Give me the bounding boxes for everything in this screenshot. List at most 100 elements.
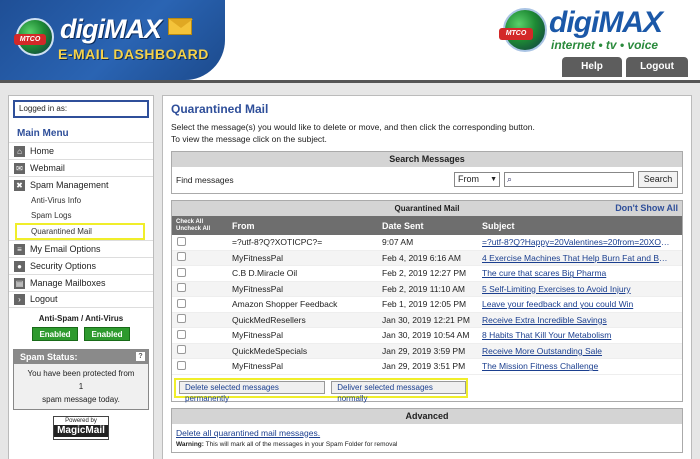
sidebar-item-label: Logout: [30, 294, 58, 304]
spam-status-line1: You have been protected from: [27, 369, 135, 378]
row-checkbox[interactable]: [177, 329, 186, 339]
column-header-subject[interactable]: Subject: [482, 221, 682, 231]
warning-label: Warning:: [176, 440, 204, 448]
antispam-status-row: Enabled Enabled: [9, 327, 153, 341]
logged-in-box: Logged in as:: [13, 100, 149, 118]
column-header-date[interactable]: Date Sent: [382, 221, 482, 231]
uncheck-all-link[interactable]: Uncheck All: [176, 226, 232, 233]
logout-icon: ›: [14, 294, 25, 305]
powered-by-label: Powered by: [65, 418, 97, 424]
sidebar-item-label: My Email Options: [30, 243, 101, 254]
row-subject-link[interactable]: The cure that scares Big Pharma: [482, 268, 672, 278]
dashboard-logo-banner: MTCO digiMAX E-MAIL DASHBOARD: [0, 0, 225, 80]
antivirus-enabled-button[interactable]: Enabled: [84, 327, 130, 341]
spam-status-count: 1: [78, 382, 84, 391]
search-button[interactable]: Search: [638, 171, 678, 188]
row-subject-link[interactable]: 5 Self-Limiting Exercises to Avoid Injur…: [482, 284, 672, 294]
logo-title-digi: digi: [60, 14, 105, 44]
row-from: MyFitnessPal: [232, 283, 284, 294]
quarantine-panel: Quarantined Mail Don't Show All Check Al…: [171, 200, 683, 403]
row-from: MyFitnessPal: [232, 252, 284, 263]
powered-by-logo: Powered by MagicMail: [53, 416, 109, 440]
instruction-line-1: Select the message(s) you would like to …: [171, 122, 535, 132]
help-icon[interactable]: ?: [136, 352, 145, 361]
row-date: Feb 2, 2019 12:27 PM: [382, 268, 467, 279]
globe-logo-icon: MTCO: [14, 18, 54, 56]
row-from: C.B D.Miracle Oil: [232, 268, 298, 279]
search-input[interactable]: ⌕: [504, 172, 634, 187]
sidebar-item-my-email-options[interactable]: ≡ My Email Options: [9, 240, 153, 257]
warning-message: This will mark all of the messages in yo…: [203, 440, 398, 448]
row-checkbox[interactable]: [177, 283, 186, 293]
search-panel-header: Search Messages: [172, 152, 682, 167]
envelope-icon: [168, 18, 193, 35]
row-subject-link[interactable]: 4 Exercise Machines That Help Burn Fat a…: [482, 253, 672, 263]
sidebar-item-logout[interactable]: › Logout: [9, 291, 153, 308]
row-date: Jan 30, 2019 10:54 AM: [382, 330, 470, 341]
deliver-selected-button[interactable]: Deliver selected messages normally: [331, 381, 466, 403]
spam-status-panel: Spam Status: ? You have been protected f…: [13, 349, 149, 410]
row-date: Jan 29, 2019 3:59 PM: [382, 345, 466, 356]
advanced-panel-header: Advanced: [172, 408, 682, 424]
brand-logo: MTCO digiMAX internet • tv • voice: [499, 6, 688, 54]
quarantine-panel-header: Quarantined Mail Don't Show All: [172, 201, 682, 216]
main-content: Quarantined Mail Select the message(s) y…: [162, 95, 692, 459]
row-from: QuickMedeSpecials: [232, 345, 308, 356]
delete-selected-button[interactable]: Delete selected messages permanently: [179, 381, 326, 403]
warning-text: Warning: This will mark all of the messa…: [176, 441, 678, 448]
row-checkbox[interactable]: [177, 252, 186, 262]
row-date: Jan 29, 2019 3:51 PM: [382, 361, 466, 372]
brand-name: digiMAX: [549, 6, 663, 39]
logout-tab[interactable]: Logout: [626, 57, 688, 77]
row-subject-link[interactable]: Receive More Outstanding Sale: [482, 346, 672, 356]
search-field-value: From: [458, 174, 479, 184]
help-tab[interactable]: Help: [562, 57, 622, 77]
brand-mtco-badge: MTCO: [499, 28, 533, 40]
row-from: QuickMedResellers: [232, 314, 306, 325]
sidebar-item-security-options[interactable]: ● Security Options: [9, 257, 153, 274]
spam-status-body: You have been protected from 1 spam mess…: [14, 364, 148, 409]
sidebar-item-label: Manage Mailboxes: [30, 277, 106, 288]
row-subject-link[interactable]: Receive Extra Incredible Savings: [482, 315, 672, 325]
column-header-from[interactable]: From: [232, 221, 382, 231]
row-checkbox[interactable]: [177, 267, 186, 277]
sidebar-item-webmail[interactable]: ✉ Webmail: [9, 159, 153, 176]
sidebar-item-label: Security Options: [30, 260, 97, 271]
row-checkbox[interactable]: [177, 298, 186, 308]
search-field-select[interactable]: From ▼: [454, 172, 500, 187]
table-header: Check All Uncheck All From Date Sent Sub…: [172, 216, 682, 235]
row-checkbox[interactable]: [177, 360, 186, 370]
sidebar-subitem-quarantined-mail[interactable]: Quarantined Mail: [15, 223, 145, 240]
home-icon: ⌂: [14, 145, 25, 157]
brand-globe-icon: MTCO: [499, 8, 547, 52]
spam-status-line2: spam message today.: [42, 395, 120, 404]
sidebar-subitem-spam-logs[interactable]: Spam Logs: [9, 208, 153, 223]
row-subject-link[interactable]: =?utf-8?Q?Happy=20Valentines=20from=20XO…: [482, 237, 672, 247]
table-row: MyFitnessPal Jan 30, 2019 10:54 AM 8 Hab…: [172, 328, 682, 344]
row-date: Jan 30, 2019 12:21 PM: [382, 314, 470, 325]
row-checkbox[interactable]: [177, 314, 186, 324]
advanced-panel: Advanced Delete all quarantined mail mes…: [171, 407, 683, 453]
sidebar-item-home[interactable]: ⌂ Home: [9, 142, 153, 159]
row-from: =?utf-8?Q?XOTICPC?=: [232, 237, 323, 248]
logo-title-max: MAX: [104, 14, 162, 44]
row-checkbox[interactable]: [177, 345, 186, 355]
row-subject-link[interactable]: 8 Habits That Kill Your Metabolism: [482, 330, 672, 340]
sidebar-subitem-anti-virus-info[interactable]: Anti-Virus Info: [9, 193, 153, 208]
antispam-enabled-button[interactable]: Enabled: [32, 327, 78, 341]
table-row: C.B D.Miracle Oil Feb 2, 2019 12:27 PM T…: [172, 266, 682, 282]
sidebar-item-manage-mailboxes[interactable]: ▤ Manage Mailboxes: [9, 274, 153, 291]
sidebar: Logged in as: Main Menu ⌂ Home ✉ Webmail…: [8, 95, 154, 459]
delete-all-quarantined-link[interactable]: Delete all quarantined mail messages.: [176, 428, 320, 438]
row-date: Feb 1, 2019 12:05 PM: [382, 299, 467, 310]
powered-by-name: MagicMail: [54, 425, 108, 437]
options-icon: ≡: [14, 243, 25, 255]
row-checkbox[interactable]: [177, 236, 186, 246]
check-all-link[interactable]: Check All: [176, 219, 232, 226]
row-date: Feb 4, 2019 6:16 AM: [382, 252, 461, 263]
row-subject-link[interactable]: Leave your feedback and you could Win: [482, 299, 672, 309]
row-subject-link[interactable]: The Mission Fitness Challenge: [482, 361, 672, 371]
page-frame: Logged in as: Main Menu ⌂ Home ✉ Webmail…: [0, 80, 700, 459]
dont-show-all-link[interactable]: Don't Show All: [615, 201, 678, 216]
sidebar-item-spam-management[interactable]: ✖ Spam Management: [9, 176, 153, 193]
